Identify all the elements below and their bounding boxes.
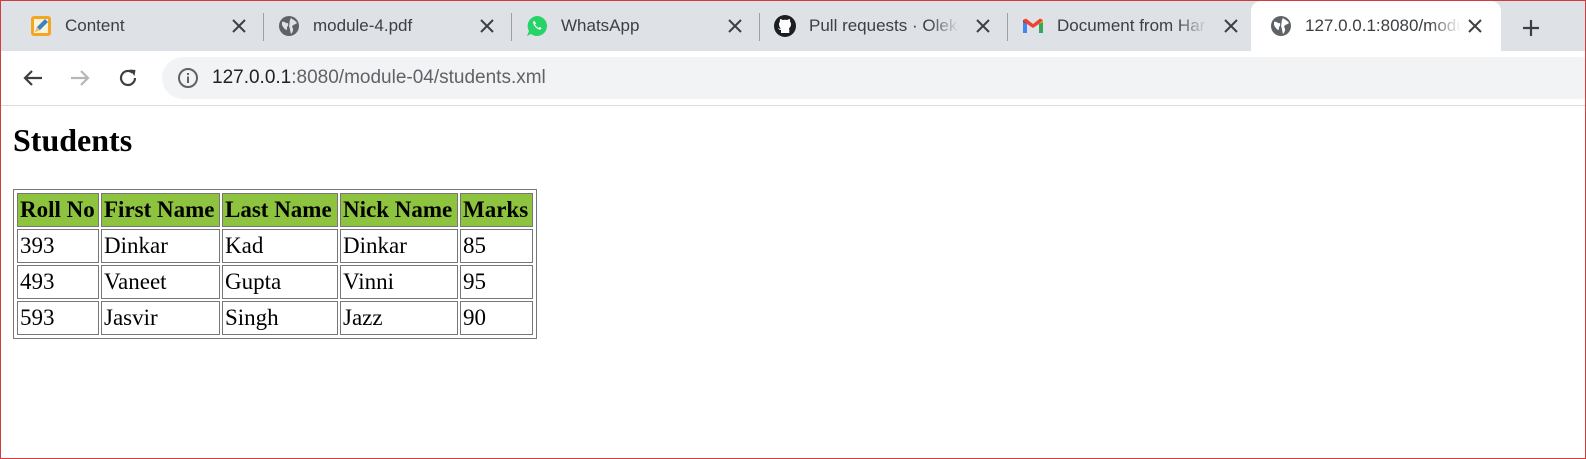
- students-table: Roll No First Name Last Name Nick Name M…: [13, 189, 537, 339]
- arrow-right-icon: [71, 70, 90, 86]
- tab-title: WhatsApp: [561, 16, 640, 35]
- tab-content[interactable]: Content: [1, 1, 264, 51]
- cell-nick-name: Vinni: [340, 265, 458, 299]
- cell-last-name: Gupta: [222, 265, 338, 299]
- cell-first-name: Jasvir: [101, 301, 220, 335]
- page-title: Students: [13, 122, 133, 158]
- table-row: 493 Vaneet Gupta Vinni 95: [17, 265, 533, 299]
- close-icon[interactable]: [477, 16, 497, 36]
- globe-icon: [1269, 14, 1293, 38]
- close-icon[interactable]: [1221, 16, 1241, 36]
- table-row: 393 Dinkar Kad Dinkar 85: [17, 229, 533, 263]
- tab-title: 127.0.0.1:8080/module-04/students.xml: [1305, 16, 1461, 35]
- tab-pull-requests[interactable]: Pull requests · Oleksii: [745, 1, 1008, 51]
- arrow-left-icon: [23, 70, 42, 86]
- column-header-nick-name: Nick Name: [340, 193, 458, 227]
- table-header-row: Roll No First Name Last Name Nick Name M…: [17, 193, 533, 227]
- cell-marks: 95: [460, 265, 533, 299]
- new-tab-button[interactable]: [1515, 12, 1547, 44]
- column-header-first-name: First Name: [101, 193, 220, 227]
- tab-title: Document from Harpreet: [1057, 16, 1207, 35]
- page-content: Students Roll No First Name Last Name Ni…: [1, 106, 1585, 458]
- tab-document-from[interactable]: Document from Harpreet: [993, 1, 1255, 51]
- info-icon[interactable]: [177, 67, 199, 89]
- address-bar[interactable]: 127.0.0.1:8080/module-04/students.xml: [162, 57, 1585, 99]
- browser-toolbar: 127.0.0.1:8080/module-04/students.xml: [1, 51, 1585, 106]
- tab-title: module-4.pdf: [313, 16, 413, 35]
- cell-roll-no: 493: [17, 265, 99, 299]
- tab-title: Content: [65, 16, 125, 35]
- cell-first-name: Vaneet: [101, 265, 220, 299]
- github-icon: [773, 14, 797, 38]
- cell-marks: 85: [460, 229, 533, 263]
- cell-last-name: Kad: [222, 229, 338, 263]
- table-row: 593 Jasvir Singh Jazz 90: [17, 301, 533, 335]
- close-icon[interactable]: [973, 16, 993, 36]
- back-button[interactable]: [17, 62, 49, 94]
- column-header-marks: Marks: [460, 193, 533, 227]
- tab-module-4-pdf[interactable]: module-4.pdf: [249, 1, 512, 51]
- address-host: 127.0.0.1: [212, 67, 292, 88]
- close-icon[interactable]: [229, 16, 249, 36]
- plus-icon: [1523, 20, 1539, 36]
- tab-whatsapp[interactable]: WhatsApp: [497, 1, 760, 51]
- globe-icon: [277, 14, 301, 38]
- tab-strip: Content module-4.pdf WhatsApp Pull reque…: [1, 1, 1585, 53]
- column-header-roll-no: Roll No: [17, 193, 99, 227]
- tab-students-xml[interactable]: 127.0.0.1:8080/module-04/students.xml: [1251, 1, 1501, 53]
- cell-roll-no: 393: [17, 229, 99, 263]
- close-icon[interactable]: [725, 16, 745, 36]
- forward-button[interactable]: [64, 62, 96, 94]
- address-path: :8080/module-04/students.xml: [291, 67, 546, 88]
- tab-title: Pull requests · Oleksii: [809, 16, 959, 35]
- cell-nick-name: Dinkar: [340, 229, 458, 263]
- cell-marks: 90: [460, 301, 533, 335]
- reload-icon: [119, 69, 137, 87]
- column-header-last-name: Last Name: [222, 193, 338, 227]
- cell-nick-name: Jazz: [340, 301, 458, 335]
- pencil-note-icon: [29, 14, 53, 38]
- whatsapp-icon: [525, 14, 549, 38]
- cell-first-name: Dinkar: [101, 229, 220, 263]
- cell-roll-no: 593: [17, 301, 99, 335]
- close-icon[interactable]: [1465, 16, 1485, 36]
- cell-last-name: Singh: [222, 301, 338, 335]
- reload-button[interactable]: [112, 62, 144, 94]
- browser-window: Content module-4.pdf WhatsApp Pull reque…: [0, 0, 1586, 459]
- address-url[interactable]: 127.0.0.1:8080/module-04/students.xml: [212, 67, 546, 89]
- gmail-icon: [1021, 14, 1045, 38]
